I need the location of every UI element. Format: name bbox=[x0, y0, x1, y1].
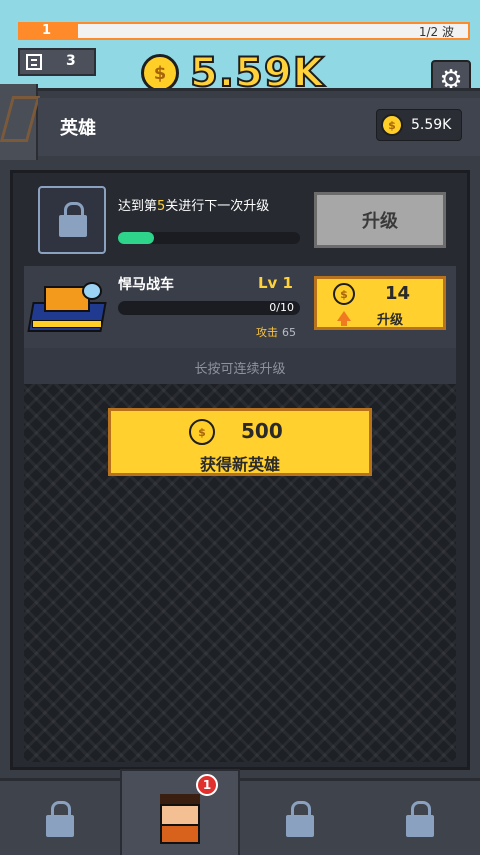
up-arrow-icon bbox=[337, 311, 351, 326]
new-hero-label: 获得新英雄 bbox=[199, 455, 280, 474]
unlock-text-pre: 达到第 bbox=[118, 199, 158, 214]
hero-progress-text: 0/10 bbox=[269, 301, 294, 314]
gold-coin-icon: $ bbox=[333, 283, 355, 305]
gold-coin-icon: $ bbox=[189, 419, 215, 445]
panel-gold-value: 5.59K bbox=[411, 117, 452, 133]
unlock-text-post: 关进行下一次升级 bbox=[165, 199, 270, 214]
bottom-nav bbox=[0, 769, 480, 855]
gold-coin-icon: $ bbox=[141, 54, 179, 92]
attack-label: 攻击 bbox=[256, 326, 278, 339]
hero-level: Lv 1 bbox=[258, 274, 293, 292]
page-title: 英雄 bbox=[60, 118, 96, 139]
locked-slot bbox=[38, 186, 106, 254]
upgrade-cost: 14 bbox=[385, 283, 411, 304]
hero-attack: 攻击 65 bbox=[256, 324, 296, 340]
upgrade-label: 升级 bbox=[377, 313, 404, 328]
unlock-progress-bar bbox=[118, 232, 300, 244]
get-new-hero-button[interactable]: $ 500 获得新英雄 bbox=[108, 408, 372, 476]
calendar-icon bbox=[26, 54, 42, 70]
new-hero-cost: 500 bbox=[241, 419, 283, 443]
stage-counter: 3 bbox=[18, 48, 96, 76]
wave-progress-bar: 1 1/2 波 bbox=[18, 22, 470, 40]
nav-tab-heroes[interactable] bbox=[120, 769, 240, 855]
humvee-tank-image bbox=[26, 276, 108, 338]
hero-name: 悍马战车 bbox=[118, 277, 174, 293]
stage-number: 3 bbox=[66, 53, 76, 69]
hero-progress-bar: 0/10 bbox=[118, 301, 300, 315]
nav-tab-locked-1[interactable] bbox=[0, 781, 120, 855]
notification-badge: 1 bbox=[196, 774, 218, 796]
wave-count: 1/2 波 bbox=[418, 25, 454, 39]
hero-avatar-icon bbox=[156, 793, 204, 844]
wave-level: 1 bbox=[42, 23, 52, 38]
attack-value: 65 bbox=[282, 326, 296, 339]
panel-gold-display: $ 5.59K bbox=[376, 109, 462, 141]
gold-coin-icon: $ bbox=[381, 114, 403, 136]
backpack-tab[interactable] bbox=[0, 84, 38, 160]
unlock-progress-fill bbox=[118, 232, 155, 244]
hero-upgrade-button[interactable]: $ 14 升级 bbox=[314, 276, 446, 330]
lock-icon bbox=[44, 800, 76, 839]
lock-icon bbox=[59, 202, 87, 238]
disabled-upgrade-button[interactable]: 升级 bbox=[314, 192, 446, 248]
nav-tab-locked-3[interactable] bbox=[360, 781, 480, 855]
nav-tab-locked-2[interactable] bbox=[240, 781, 360, 855]
long-press-hint: 长按可连续升级 bbox=[194, 362, 286, 377]
unlock-requirement: 达到第5关进行下一次升级 bbox=[118, 195, 269, 214]
lock-icon bbox=[404, 800, 436, 839]
lock-icon bbox=[284, 800, 316, 839]
